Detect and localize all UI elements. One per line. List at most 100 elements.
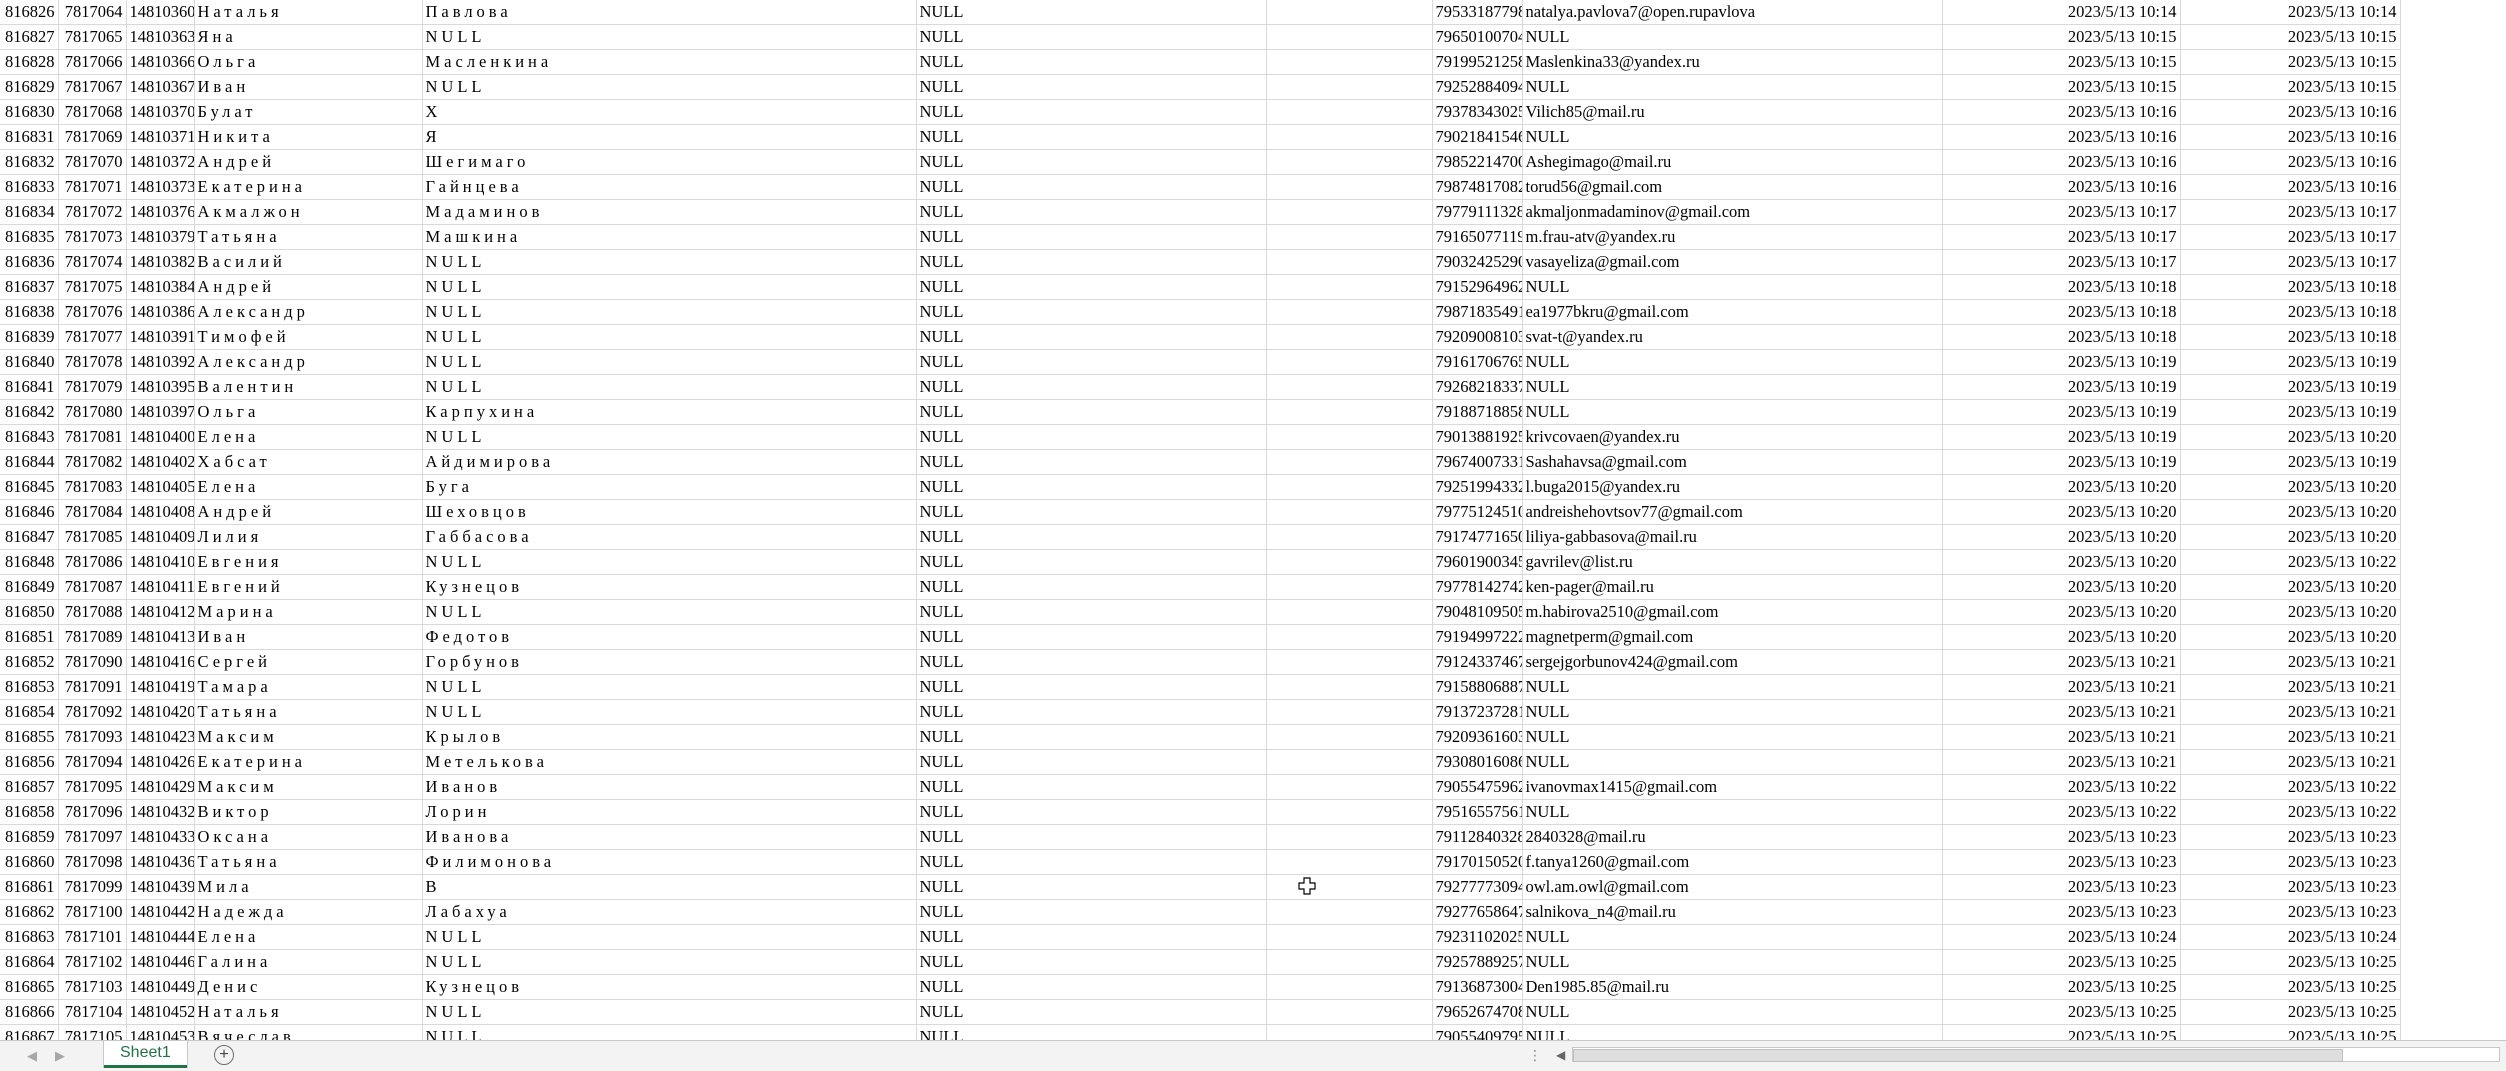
cell-created-at[interactable]: 2023/5/13 10:23 [1942,899,2181,925]
cell-email[interactable]: m.habirova2510@gmail.com [1522,599,1943,625]
cell-last-name[interactable]: Машкина [422,224,917,250]
cell-phone[interactable]: 79252884094 [1432,74,1523,100]
cell-middle-name[interactable]: NULL [916,874,1267,900]
cell-row-index[interactable]: 816838 [0,299,59,325]
cell-order-id[interactable]: 14810367 [126,74,195,100]
cell-first-name[interactable]: Екатерина [194,174,423,200]
scroll-left-icon[interactable]: ◀ [1556,1048,1565,1062]
cell-row-index[interactable]: 816831 [0,124,59,150]
cell-phone[interactable]: 79152964962 [1432,274,1523,300]
cell-phone[interactable]: 79516557561 [1432,799,1523,825]
cell-last-name[interactable]: NULL [422,324,917,350]
cell-user-id[interactable]: 7817076 [58,299,127,325]
cell-row-index[interactable]: 816867 [0,1024,59,1040]
cell-order-id[interactable]: 14810408 [126,499,195,525]
cell-phone[interactable]: 79779111328 [1432,199,1523,225]
cell-middle-name[interactable]: NULL [916,824,1267,850]
cell-middle-name[interactable]: NULL [916,224,1267,250]
cell-created-at[interactable]: 2023/5/13 10:20 [1942,524,2181,550]
cell-middle-name[interactable]: NULL [916,174,1267,200]
cell-user-id[interactable]: 7817091 [58,674,127,700]
cell-order-id[interactable]: 14810433 [126,824,195,850]
cell-user-id[interactable]: 7817080 [58,399,127,425]
cell-email[interactable]: ea1977bkru@gmail.com [1522,299,1943,325]
cell-empty[interactable] [1266,524,1433,550]
cell-order-id[interactable]: 14810436 [126,849,195,875]
cell-order-id[interactable]: 14810397 [126,399,195,425]
cell-empty[interactable] [1266,974,1433,1000]
cell-last-name[interactable]: Гайнцева [422,174,917,200]
cell-row-index[interactable]: 816848 [0,549,59,575]
cell-last-name[interactable]: Габбасова [422,524,917,550]
cell-phone[interactable]: 79277773094 [1432,874,1523,900]
cell-middle-name[interactable]: NULL [916,74,1267,100]
cell-created-at[interactable]: 2023/5/13 10:21 [1942,724,2181,750]
cell-row-index[interactable]: 816861 [0,874,59,900]
cell-order-id[interactable]: 14810412 [126,599,195,625]
cell-row-index[interactable]: 816835 [0,224,59,250]
cell-first-name[interactable]: Вячеслав [194,1024,423,1040]
cell-updated-at[interactable]: 2023/5/13 10:17 [2180,224,2401,250]
cell-phone[interactable]: 79199521258 [1432,49,1523,75]
cell-created-at[interactable]: 2023/5/13 10:25 [1942,974,2181,1000]
cell-user-id[interactable]: 7817068 [58,99,127,125]
cell-middle-name[interactable]: NULL [916,374,1267,400]
cell-created-at[interactable]: 2023/5/13 10:25 [1942,999,2181,1025]
cell-last-name[interactable]: Буга [422,474,917,500]
cell-phone[interactable]: 79268218337 [1432,374,1523,400]
cell-last-name[interactable]: Крылов [422,724,917,750]
cell-email[interactable]: Den1985.85@mail.ru [1522,974,1943,1000]
cell-order-id[interactable]: 14810444 [126,924,195,950]
cell-row-index[interactable]: 816836 [0,249,59,275]
cell-empty[interactable] [1266,549,1433,575]
cell-user-id[interactable]: 7817064 [58,0,127,25]
cell-last-name[interactable]: Масленкина [422,49,917,75]
cell-created-at[interactable]: 2023/5/13 10:21 [1942,749,2181,775]
cell-updated-at[interactable]: 2023/5/13 10:25 [2180,999,2401,1025]
cell-order-id[interactable]: 14810416 [126,649,195,675]
cell-phone[interactable]: 79308016086 [1432,749,1523,775]
add-sheet-button[interactable]: + [214,1045,234,1065]
cell-first-name[interactable]: Наталья [194,999,423,1025]
cell-phone[interactable]: 79174771650 [1432,524,1523,550]
cell-last-name[interactable]: Кузнецов [422,574,917,600]
cell-updated-at[interactable]: 2023/5/13 10:23 [2180,824,2401,850]
cell-empty[interactable] [1266,474,1433,500]
cell-email[interactable]: Maslenkina33@yandex.ru [1522,49,1943,75]
cell-empty[interactable] [1266,274,1433,300]
cell-order-id[interactable]: 14810376 [126,199,195,225]
cell-email[interactable]: NULL [1522,349,1943,375]
cell-created-at[interactable]: 2023/5/13 10:18 [1942,324,2181,350]
cell-user-id[interactable]: 7817081 [58,424,127,450]
cell-updated-at[interactable]: 2023/5/13 10:21 [2180,674,2401,700]
cell-updated-at[interactable]: 2023/5/13 10:20 [2180,424,2401,450]
cell-middle-name[interactable]: NULL [916,449,1267,475]
cell-user-id[interactable]: 7817072 [58,199,127,225]
cell-first-name[interactable]: Иван [194,74,423,100]
cell-empty[interactable] [1266,799,1433,825]
cell-email[interactable]: vasayeliza@gmail.com [1522,249,1943,275]
cell-middle-name[interactable]: NULL [916,624,1267,650]
cell-row-index[interactable]: 816863 [0,924,59,950]
cell-created-at[interactable]: 2023/5/13 10:16 [1942,99,2181,125]
cell-user-id[interactable]: 7817086 [58,549,127,575]
cell-empty[interactable] [1266,324,1433,350]
cell-created-at[interactable]: 2023/5/13 10:21 [1942,674,2181,700]
cell-created-at[interactable]: 2023/5/13 10:17 [1942,249,2181,275]
cell-last-name[interactable]: NULL [422,674,917,700]
cell-order-id[interactable]: 14810446 [126,949,195,975]
cell-updated-at[interactable]: 2023/5/13 10:19 [2180,374,2401,400]
cell-email[interactable]: NULL [1522,949,1943,975]
cell-first-name[interactable]: Елена [194,924,423,950]
cell-first-name[interactable]: Лилия [194,524,423,550]
cell-email[interactable]: akmaljonmadaminov@gmail.com [1522,199,1943,225]
cell-row-index[interactable]: 816826 [0,0,59,25]
cell-order-id[interactable]: 14810420 [126,699,195,725]
cell-empty[interactable] [1266,574,1433,600]
cell-updated-at[interactable]: 2023/5/13 10:22 [2180,799,2401,825]
cell-last-name[interactable]: Я [422,124,917,150]
cell-updated-at[interactable]: 2023/5/13 10:18 [2180,324,2401,350]
cell-empty[interactable] [1266,724,1433,750]
cell-middle-name[interactable]: NULL [916,324,1267,350]
cell-created-at[interactable]: 2023/5/13 10:19 [1942,424,2181,450]
